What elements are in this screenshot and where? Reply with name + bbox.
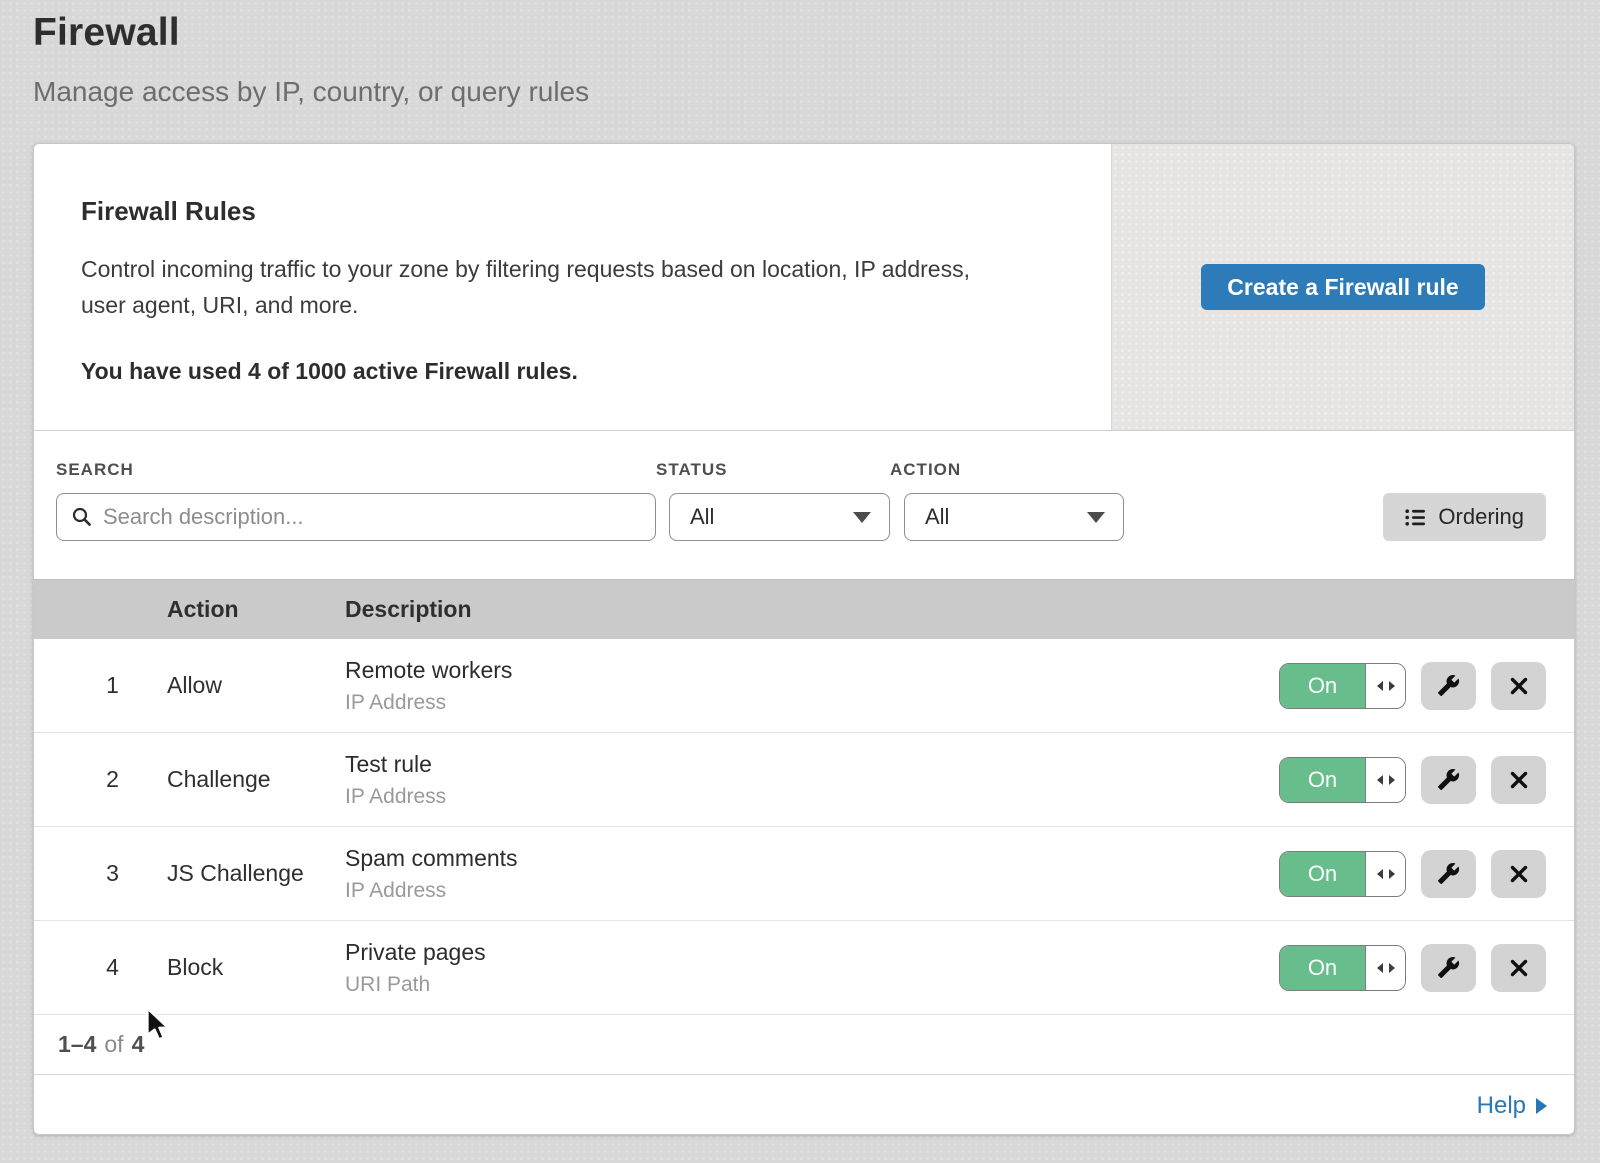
action-column-header: Action bbox=[167, 596, 345, 623]
status-filter: STATUS All bbox=[656, 460, 890, 541]
left-right-arrows-icon bbox=[1376, 868, 1396, 880]
wrench-icon bbox=[1437, 674, 1460, 697]
left-right-arrows-icon bbox=[1376, 680, 1396, 692]
filters-bar: SEARCH STATUS All ACTION All bbox=[34, 431, 1574, 579]
action-filter: ACTION All bbox=[890, 460, 1124, 541]
rule-enabled-toggle[interactable]: On bbox=[1279, 945, 1406, 991]
wrench-icon bbox=[1437, 862, 1460, 885]
pagination-range: 1–4 bbox=[58, 1031, 96, 1058]
firewall-rules-card: Firewall Rules Control incoming traffic … bbox=[33, 143, 1575, 1135]
edit-rule-button[interactable] bbox=[1421, 944, 1476, 992]
rule-enabled-toggle[interactable]: On bbox=[1279, 757, 1406, 803]
toggle-knob bbox=[1365, 946, 1405, 990]
intro-action-panel: Create a Firewall rule bbox=[1111, 144, 1574, 430]
search-input[interactable] bbox=[103, 504, 641, 530]
toggle-knob bbox=[1365, 664, 1405, 708]
left-right-arrows-icon bbox=[1376, 774, 1396, 786]
intro-text: Firewall Rules Control incoming traffic … bbox=[34, 144, 1111, 430]
close-icon bbox=[1509, 958, 1529, 978]
search-label: SEARCH bbox=[56, 460, 656, 480]
action-selected-value: All bbox=[925, 504, 949, 530]
page-header: Firewall Manage access by IP, country, o… bbox=[0, 0, 1600, 108]
status-selected-value: All bbox=[690, 504, 714, 530]
toggle-on-label: On bbox=[1280, 758, 1365, 802]
intro-section: Firewall Rules Control incoming traffic … bbox=[34, 144, 1574, 431]
chevron-down-icon bbox=[1087, 512, 1105, 523]
rule-enabled-toggle[interactable]: On bbox=[1279, 851, 1406, 897]
ordering-button[interactable]: Ordering bbox=[1383, 493, 1546, 541]
table-row: 2 Challenge Test rule IP Address On bbox=[34, 733, 1574, 827]
intro-description: Control incoming traffic to your zone by… bbox=[81, 251, 1021, 323]
rule-action: Block bbox=[167, 954, 345, 981]
search-box bbox=[56, 493, 656, 541]
edit-rule-button[interactable] bbox=[1421, 850, 1476, 898]
rule-description: Remote workers IP Address bbox=[345, 657, 1279, 715]
edit-rule-button[interactable] bbox=[1421, 662, 1476, 710]
help-link-label: Help bbox=[1477, 1092, 1526, 1120]
pagination: 1–4 of 4 bbox=[34, 1015, 1574, 1075]
status-select[interactable]: All bbox=[669, 493, 890, 541]
search-icon bbox=[71, 506, 93, 528]
rule-action: Challenge bbox=[167, 766, 345, 793]
rule-priority: 3 bbox=[34, 860, 167, 887]
chevron-down-icon bbox=[853, 512, 871, 523]
rule-controls: On bbox=[1279, 756, 1574, 804]
rules-list: 1 Allow Remote workers IP Address On bbox=[34, 639, 1574, 1015]
action-label: ACTION bbox=[890, 460, 1124, 480]
rule-controls: On bbox=[1279, 662, 1574, 710]
rule-description: Private pages URI Path bbox=[345, 939, 1279, 997]
rule-controls: On bbox=[1279, 944, 1574, 992]
rule-action: JS Challenge bbox=[167, 860, 345, 887]
table-row: 4 Block Private pages URI Path On bbox=[34, 921, 1574, 1015]
close-icon bbox=[1509, 770, 1529, 790]
toggle-on-label: On bbox=[1280, 852, 1365, 896]
action-select[interactable]: All bbox=[904, 493, 1124, 541]
ordering-button-label: Ordering bbox=[1438, 504, 1524, 530]
wrench-icon bbox=[1437, 768, 1460, 791]
toggle-on-label: On bbox=[1280, 946, 1365, 990]
table-row: 1 Allow Remote workers IP Address On bbox=[34, 639, 1574, 733]
wrench-icon bbox=[1437, 956, 1460, 979]
ordered-list-icon bbox=[1405, 508, 1426, 527]
page-subtitle: Manage access by IP, country, or query r… bbox=[33, 75, 1600, 109]
close-icon bbox=[1509, 676, 1529, 696]
toggle-knob bbox=[1365, 852, 1405, 896]
help-bar: Help bbox=[34, 1075, 1574, 1135]
close-icon bbox=[1509, 864, 1529, 884]
rule-priority: 2 bbox=[34, 766, 167, 793]
table-row: 3 JS Challenge Spam comments IP Address … bbox=[34, 827, 1574, 921]
delete-rule-button[interactable] bbox=[1491, 662, 1546, 710]
left-right-arrows-icon bbox=[1376, 962, 1396, 974]
page-title: Firewall bbox=[33, 10, 1600, 57]
status-label: STATUS bbox=[656, 460, 890, 480]
rule-enabled-toggle[interactable]: On bbox=[1279, 663, 1406, 709]
rule-action: Allow bbox=[167, 672, 345, 699]
delete-rule-button[interactable] bbox=[1491, 756, 1546, 804]
edit-rule-button[interactable] bbox=[1421, 756, 1476, 804]
table-header: Action Description bbox=[34, 579, 1574, 639]
rule-priority: 4 bbox=[34, 954, 167, 981]
rule-priority: 1 bbox=[34, 672, 167, 699]
description-column-header: Description bbox=[345, 596, 1574, 623]
rule-controls: On bbox=[1279, 850, 1574, 898]
help-link[interactable]: Help bbox=[1477, 1092, 1547, 1120]
create-firewall-rule-button[interactable]: Create a Firewall rule bbox=[1201, 264, 1484, 310]
pagination-of: of bbox=[104, 1031, 123, 1058]
rules-usage-text: You have used 4 of 1000 active Firewall … bbox=[81, 358, 1021, 385]
rule-description: Test rule IP Address bbox=[345, 751, 1279, 809]
intro-heading: Firewall Rules bbox=[81, 196, 1021, 227]
toggle-on-label: On bbox=[1280, 664, 1365, 708]
rule-description: Spam comments IP Address bbox=[345, 845, 1279, 903]
arrow-right-icon bbox=[1536, 1098, 1547, 1114]
toggle-knob bbox=[1365, 758, 1405, 802]
delete-rule-button[interactable] bbox=[1491, 850, 1546, 898]
pagination-total: 4 bbox=[132, 1031, 145, 1058]
delete-rule-button[interactable] bbox=[1491, 944, 1546, 992]
search-filter: SEARCH bbox=[56, 460, 656, 541]
